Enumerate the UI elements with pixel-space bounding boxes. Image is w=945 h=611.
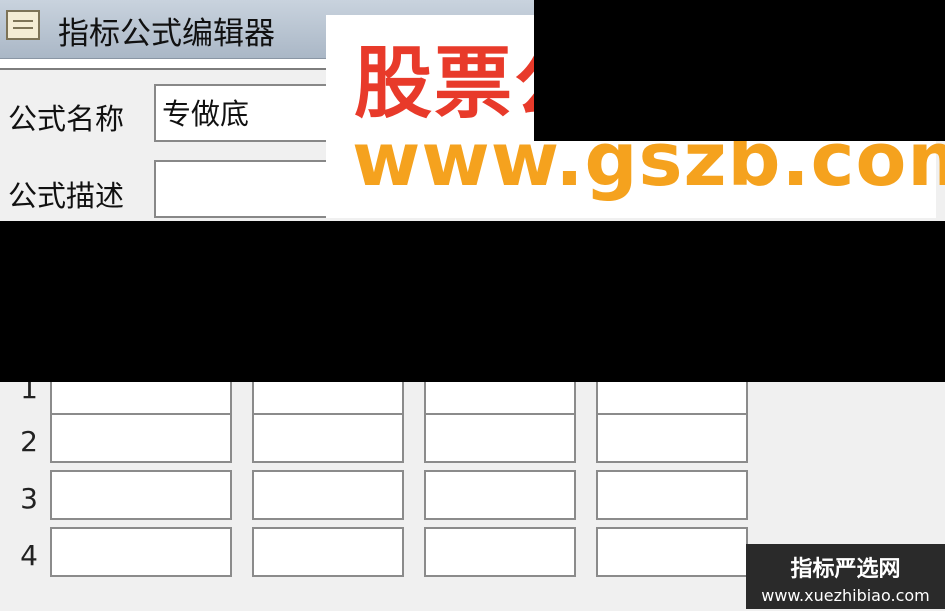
corner-watermark-url: www.xuezhibiao.com (761, 586, 930, 605)
redaction-block (534, 0, 945, 141)
param-cell[interactable] (50, 413, 232, 463)
param-cell[interactable] (596, 470, 748, 520)
param-row-number: 2 (20, 425, 38, 458)
corner-watermark-name: 指标严选网 (790, 557, 901, 582)
param-cell[interactable] (596, 413, 748, 463)
formula-desc-label: 公式描述 (8, 179, 125, 213)
app-icon (6, 10, 40, 40)
formula-name-input[interactable]: 专做底 (154, 84, 334, 142)
param-cell[interactable] (252, 413, 404, 463)
param-cell[interactable] (50, 470, 232, 520)
param-row-number: 4 (20, 539, 38, 572)
param-cell[interactable] (424, 470, 576, 520)
param-cell[interactable] (252, 470, 404, 520)
redaction-block (0, 221, 945, 382)
param-cell[interactable] (424, 527, 576, 577)
formula-desc-input[interactable] (154, 160, 334, 218)
formula-name-label: 公式名称 (8, 102, 125, 136)
param-cell[interactable] (252, 527, 404, 577)
param-row-number: 3 (20, 482, 38, 515)
window-title: 指标公式编辑器 (58, 16, 275, 52)
corner-watermark: 指标严选网 www.xuezhibiao.com (746, 544, 945, 609)
param-cell[interactable] (50, 527, 232, 577)
param-cell[interactable] (424, 413, 576, 463)
param-cell[interactable] (596, 527, 748, 577)
